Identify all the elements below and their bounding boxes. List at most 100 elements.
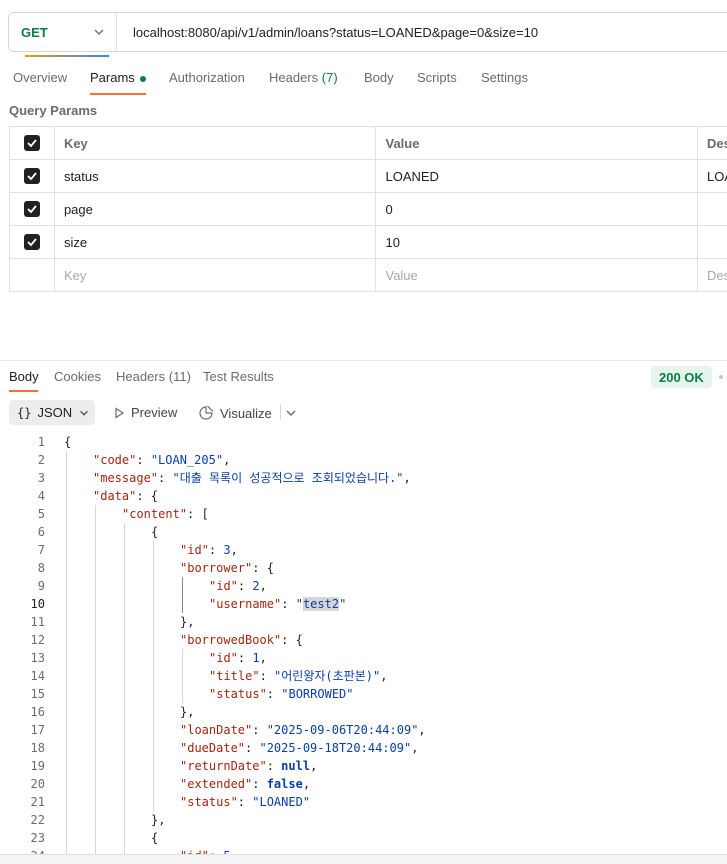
code-text: }, — [180, 615, 195, 629]
status-separator-dot — [719, 375, 723, 379]
code-line: 12 "borrowedBook": { — [0, 631, 727, 649]
format-select[interactable]: {} JSON — [9, 400, 95, 425]
tab-authorization[interactable]: Authorization — [169, 70, 245, 85]
indent-guide — [182, 649, 183, 703]
indent-guide — [95, 505, 96, 854]
code-line: 3 "message": "대출 목록이 성공적으로 조회되었습니다.", — [0, 469, 727, 487]
param-value[interactable]: 0 — [376, 193, 699, 225]
code-line: 10 "username": "test2" — [0, 595, 727, 613]
response-tab-cookies[interactable]: Cookies — [54, 369, 101, 384]
code-line: 7 "id": 3, — [0, 541, 727, 559]
code-text: { — [64, 435, 72, 449]
visualize-label: Visualize — [220, 405, 272, 421]
column-header-value: Value — [376, 127, 699, 159]
code-text: "username": "test2" — [209, 597, 347, 611]
code-text: "dueDate": "2025-09-18T20:44:09", — [180, 741, 419, 755]
code-text: "id": 3, — [180, 543, 238, 557]
code-line: 22}, — [0, 811, 727, 829]
param-description[interactable] — [698, 193, 727, 225]
table-row: size 10 — [10, 226, 727, 259]
row-checkbox[interactable] — [23, 234, 40, 250]
visualize-button[interactable]: Visualize — [198, 405, 272, 421]
url-input[interactable]: localhost:8080/api/v1/admin/loans?status… — [117, 25, 538, 40]
preview-label: Preview — [131, 405, 178, 420]
braces-icon: {} — [17, 405, 32, 420]
headers-count: (7) — [321, 70, 338, 85]
line-number: 4 — [37, 489, 45, 503]
tab-params[interactable]: Params — [90, 70, 146, 85]
tab-settings[interactable]: Settings — [481, 70, 528, 85]
line-number: 3 — [37, 471, 45, 485]
response-tab-body[interactable]: Body — [9, 369, 39, 384]
line-number: 12 — [30, 633, 45, 647]
tab-body[interactable]: Body — [364, 70, 394, 85]
new-param-description-input[interactable]: Des — [698, 259, 727, 291]
code-line: 15 "status": "BORROWED" — [0, 685, 727, 703]
line-number: 22 — [30, 813, 45, 827]
code-text: "data": { — [93, 489, 159, 503]
code-text: "loanDate": "2025-09-06T20:44:09", — [180, 723, 426, 737]
code-line: 20 "extended": false, — [0, 775, 727, 793]
method-label: GET — [21, 24, 48, 40]
param-key[interactable]: size — [55, 226, 377, 258]
line-number: 21 — [30, 795, 45, 809]
indent-guide — [182, 577, 183, 613]
response-body-editor[interactable]: 1{2 "code": "LOAN_205", 3 "message": "대출 목록… — [0, 432, 727, 854]
code-text: "id": 5, — [180, 847, 238, 854]
preview-button[interactable]: Preview — [113, 405, 177, 420]
code-line: 13 "id": 1, — [0, 649, 727, 667]
tab-overview[interactable]: Overview — [13, 70, 67, 85]
code-line: 18 "dueDate": "2025-09-18T20:44:09", — [0, 739, 727, 757]
row-checkbox-cell — [10, 259, 55, 291]
indent-guide — [153, 541, 154, 811]
param-key[interactable]: status — [55, 160, 377, 192]
line-number: 10 — [30, 597, 45, 611]
header-checkbox-cell — [10, 127, 55, 159]
query-params-table: Key Value Des status LOANED LOA page 0 s… — [9, 126, 727, 292]
param-description[interactable] — [698, 226, 727, 258]
format-label: JSON — [37, 405, 73, 420]
code-text: "borrower": { — [180, 561, 274, 575]
param-value[interactable]: 10 — [376, 226, 699, 258]
select-all-checkbox[interactable] — [23, 135, 40, 151]
code-text: "extended": false, — [180, 777, 311, 791]
response-tab-headers[interactable]: Headers (11) — [116, 369, 191, 384]
response-active-tab-indicator — [9, 390, 38, 392]
status-badge[interactable]: 200 OK — [651, 366, 712, 388]
code-text: { — [151, 525, 159, 539]
column-header-description: Des — [707, 135, 727, 151]
tab-headers[interactable]: Headers (7) — [269, 70, 338, 85]
url-highlight — [25, 55, 109, 57]
code-text: "message": "대출 목록이 성공적으로 조회되었습니다.", — [93, 471, 411, 485]
url-bar: GET localhost:8080/api/v1/admin/loans?st… — [8, 12, 727, 57]
line-number: 9 — [37, 579, 45, 593]
table-row: status LOANED LOA — [10, 160, 727, 193]
chevron-down-icon[interactable] — [284, 406, 298, 420]
code-text: "content": [ — [122, 507, 209, 521]
param-description[interactable]: LOA — [698, 160, 727, 192]
response-tab-test-results[interactable]: Test Results — [203, 369, 274, 384]
column-header-key: Key — [55, 127, 377, 159]
row-checkbox[interactable] — [23, 168, 40, 184]
line-number: 8 — [37, 561, 45, 575]
code-line: 17 "loanDate": "2025-09-06T20:44:09", — [0, 721, 727, 739]
row-checkbox-cell — [10, 193, 55, 225]
new-param-key-input[interactable]: Key — [55, 259, 377, 291]
param-value[interactable]: LOANED — [376, 160, 699, 192]
table-header-row: Key Value Des — [10, 127, 727, 160]
tab-scripts[interactable]: Scripts — [417, 70, 457, 85]
new-param-value-input[interactable]: Value — [376, 259, 699, 291]
line-number: 2 — [37, 453, 45, 467]
tab-headers-label: Headers — [269, 70, 319, 85]
code-text: "id": 1, — [209, 651, 267, 665]
method-select[interactable]: GET — [9, 13, 117, 51]
code-text: "id": 2, — [209, 579, 267, 593]
param-key[interactable]: page — [55, 193, 377, 225]
line-number: 13 — [30, 651, 45, 665]
row-checkbox[interactable] — [23, 201, 40, 217]
code-line: 1{ — [0, 433, 727, 451]
code-text: "returnDate": null, — [180, 759, 318, 773]
table-row: page 0 — [10, 193, 727, 226]
params-active-dot — [139, 75, 146, 82]
line-number: 14 — [30, 669, 45, 683]
